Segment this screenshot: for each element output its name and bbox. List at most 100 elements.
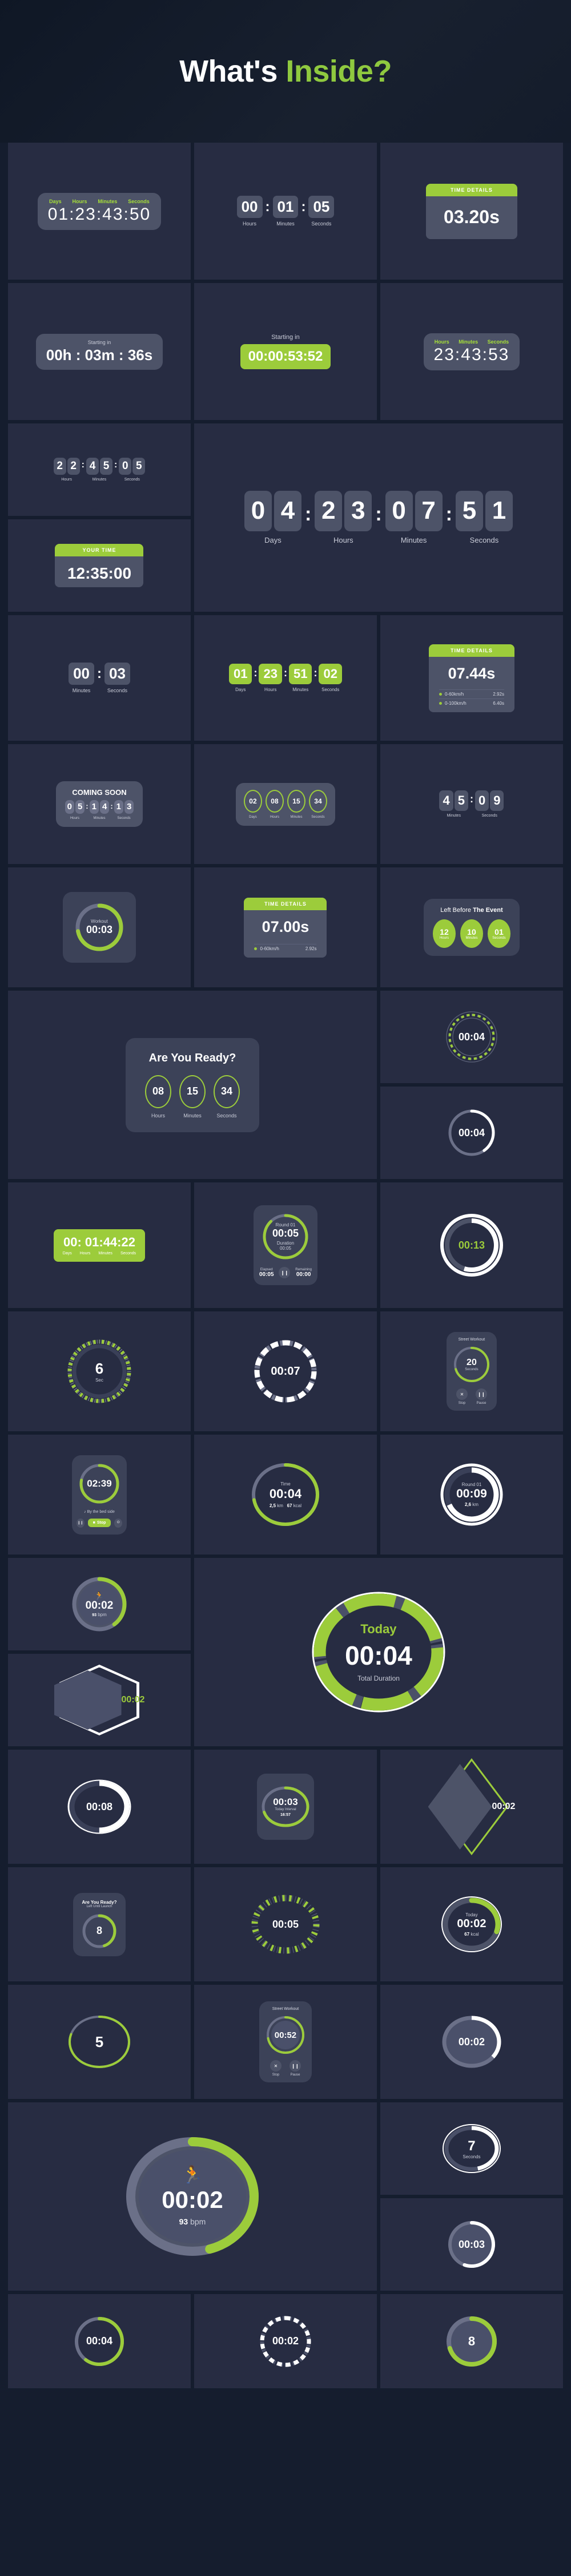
timer-card[interactable]: 4 5 Minutes : 0 9 Seconds [380,744,563,864]
progress-ring: 7 Seconds [442,2117,501,2181]
pause-button[interactable]: ❙❙ Pause [475,1388,487,1405]
timer-card-large[interactable]: 0 4 Days : 2 3 Hours : 0 7 Minutes: 5 1… [194,423,563,612]
progress-ring: Today 00:02 67 kcal [441,1891,502,1957]
circle-row: 02 Days 08 Hours 15 Minutes 34 Seconds [243,789,327,819]
pause-icon[interactable]: ❙❙ [289,2060,301,2072]
power-icon[interactable]: ⏻ [114,1518,122,1528]
timer-card[interactable]: 00:02 [380,1750,563,1864]
timer-card[interactable]: 🏃 00:02 93 bpm [8,1558,191,1650]
timer-card[interactable]: 00:13 [380,1182,563,1308]
stop-button[interactable]: ✕ Stop [270,2060,282,2077]
progress-ring: 00:03 Today Interval 16:57 [262,1780,309,1833]
flip-label: Seconds [481,813,497,818]
ring-text: Workout 00:03 [73,901,126,954]
timer-card[interactable]: 00:03 Today Interval 16:57 [194,1750,377,1864]
timer-card[interactable]: Starting in 00h : 03m : 36s [8,283,191,420]
timer-card[interactable]: 00:04 [380,1087,563,1179]
countdown-value: 23:43:53 [433,345,510,364]
timer-card[interactable]: 00:04 [380,991,563,1083]
starting-value: 00:00:53:52 [248,349,323,364]
timer-card[interactable]: Street Workout 00:52 ✕ Stop ❙❙ Pause [194,1985,377,2099]
flip-label: Minutes [72,688,91,694]
timer-card[interactable]: 7 Seconds [380,2102,563,2195]
timer-card[interactable]: Workout 00:03 [8,867,191,987]
timer-card[interactable]: Street Workout 20 Seconds ✕ Stop ❙❙ Pause [380,1311,563,1431]
timer-card[interactable]: TIME DETAILS 07.00s 0-60km/h 2.92s [194,867,377,987]
timer-card[interactable]: Round 01 00:09 2,6 km [380,1435,563,1555]
timer-card[interactable]: TIME DETAILS 07.44s 0-60km/h 2.92s 0-100… [380,615,563,741]
digit-pair: 1 4 [89,800,110,814]
timer-card[interactable]: 8 [380,2294,563,2388]
timer-card[interactable]: 2 2 Hours : 4 5 Minutes : 0 5 Seconds [8,423,191,516]
timer-card[interactable]: 01 Days : 23 Hours : 51 Minutes : 02 Seconds [194,615,377,741]
ring-text: 00:04 [447,1108,497,1158]
detail-time: 6.40s [493,700,504,706]
time-details-body: 07.00s 0-60km/h 2.92s [244,910,327,958]
timer-card[interactable]: 00:02 [380,1985,563,2099]
timer-card[interactable]: 00 Hours : 01 Minutes : 05 Seconds [194,143,377,280]
pause-icon[interactable]: ❙❙ [76,1518,85,1528]
timer-card[interactable]: 00:05 [194,1867,377,1981]
timer-card[interactable]: Hours Minutes Seconds 23:43:53 [380,283,563,420]
timer-card[interactable]: 6 Sec [8,1311,191,1431]
timer-card[interactable]: 00:08 [8,1750,191,1864]
label-days: Days [49,198,62,204]
timer-card[interactable]: 5 [8,1985,191,2099]
timer-card[interactable]: Time 00:04 2,5 km 67 kcal [194,1435,377,1555]
flip-unit: 2 3 Hours [315,491,372,544]
timer-card[interactable]: 00: 01:44:22 Days Hours Minutes Seconds [8,1182,191,1308]
progress-ring: 02:39 [77,1462,122,1505]
coming-soon-title: COMING SOON [72,788,127,797]
ring-value: 00:07 [271,1364,300,1378]
progress-ring: 5 [68,2009,130,2075]
flip-value: 01 [272,195,299,219]
timer-card[interactable]: 02:39 ♪ By the bed side ❙❙ ■ Stop ⏻ [8,1435,191,1555]
page-title: What's Inside? [179,54,392,89]
circle-value: 08 [265,789,284,813]
pause-button[interactable]: ❙❙ Pause [289,2060,301,2077]
ready-widget: Are You Ready? Left Until Launch 8 [73,1892,126,1956]
progress-ring: 00:04 [447,1108,497,1158]
flip-label: Minutes [447,813,461,818]
timer-card[interactable]: TIME DETAILS 03.20s [380,143,563,280]
ring-value: 00:05 [272,1918,299,1930]
flip-label: Days [235,687,246,692]
close-icon[interactable]: ✕ [270,2060,282,2072]
flip-counter: 00 Hours : 01 Minutes : 05 Seconds [236,195,335,227]
stop-button[interactable]: ■ Stop [87,1519,111,1527]
timer-card[interactable]: YOUR TIME 12:35:00 [8,519,191,612]
pause-icon[interactable]: ❙❙ [475,1388,487,1400]
timer-card-large[interactable]: 🏃 00:02 93 bpm [8,2102,377,2291]
stop-button[interactable]: ✕ Stop [456,1388,468,1405]
digit: 4 [86,458,99,475]
timer-card[interactable]: Left Before The Event 12 Hours 10 Minutes … [380,867,563,987]
timer-card[interactable]: 02 Days 08 Hours 15 Minutes 34 Seconds [194,744,377,864]
panel-title: Are You Ready? [148,1051,236,1064]
timer-card[interactable]: COMING SOON 0 5 Hours : 1 4 Minutes: 1 … [8,744,191,864]
pause-button[interactable]: ❙❙ [279,1267,291,1278]
digit-pair: 2 3 [315,491,372,531]
ring-text: 20 Seconds [451,1345,492,1384]
timer-card[interactable]: 00:07 [194,1311,377,1431]
progress-ring: 8 [78,1913,121,1949]
timer-card[interactable]: 00:03 [380,2198,563,2291]
flip-label: Seconds [469,535,499,544]
timer-card-large[interactable]: Are You Ready? 08 Hours 15 Minutes 34 Secon… [8,991,377,1179]
close-icon[interactable]: ✕ [456,1388,468,1400]
flip-unit: 02 Seconds [319,664,342,692]
timer-card[interactable]: 00:02 [194,2294,377,2388]
timer-card[interactable]: 00 Minutes : 03 Seconds [8,615,191,741]
timer-card[interactable]: 00:04 [8,2294,191,2388]
digit-pair: 1 3 [114,800,134,814]
timer-card[interactable]: Starting in 00:00:53:52 [194,283,377,420]
bullet-icon [439,692,442,696]
left-before-panel: Left Before The Event 12 Hours 10 Minutes … [423,899,520,956]
timer-card[interactable]: Round 01 00:05 Duration 00:05 Elapsed 00:… [194,1182,377,1308]
timer-card-large[interactable]: Today 00:04 Total Duration [194,1558,563,1746]
street-workout-widget: Street Workout 00:52 ✕ Stop ❙❙ Pause [259,2001,312,2082]
timer-card[interactable]: Are You Ready? Left Until Launch 8 [8,1867,191,1981]
progress-ring: 🏃 00:02 93 bpm [71,1576,128,1633]
timer-card[interactable]: Days Hours Minutes Seconds 01:23:43:50 [8,143,191,280]
timer-card[interactable]: Today 00:02 67 kcal [380,1867,563,1981]
timer-card[interactable]: 00:02 [8,1654,191,1746]
